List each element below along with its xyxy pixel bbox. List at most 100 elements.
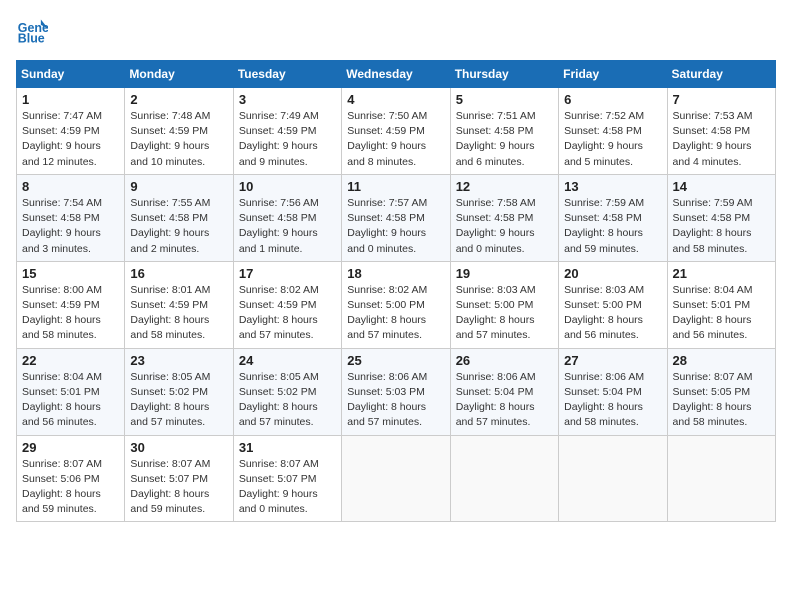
day-number: 24 [239,353,336,368]
col-saturday: Saturday [667,61,775,88]
day-number: 17 [239,266,336,281]
calendar-cell: 3 Sunrise: 7:49 AMSunset: 4:59 PMDaylight… [233,88,341,175]
day-info: Sunrise: 7:48 AMSunset: 4:59 PMDaylight:… [130,109,227,170]
day-info: Sunrise: 8:05 AMSunset: 5:02 PMDaylight:… [239,370,336,431]
calendar-cell: 7Sunrise: 7:53 AMSunset: 4:58 PMDaylight… [667,88,775,175]
calendar-cell: 14 Sunrise: 7:59 AMSunset: 4:58 PMDayligh… [667,174,775,261]
calendar-cell: 17 Sunrise: 8:02 AMSunset: 4:59 PMDayligh… [233,261,341,348]
day-info: Sunrise: 7:59 AMSunset: 4:58 PMDaylight:… [564,196,661,257]
calendar-cell: 18Sunrise: 8:02 AMSunset: 5:00 PMDayligh… [342,261,450,348]
calendar-cell: 5 Sunrise: 7:51 AMSunset: 4:58 PMDaylight… [450,88,558,175]
day-info: Sunrise: 7:53 AMSunset: 4:58 PMDaylight:… [673,109,770,170]
calendar-cell: 16 Sunrise: 8:01 AMSunset: 4:59 PMDayligh… [125,261,233,348]
calendar-cell: 26 Sunrise: 8:06 AMSunset: 5:04 PMDayligh… [450,348,558,435]
logo: General Blue [16,16,52,48]
calendar-cell: 15 Sunrise: 8:00 AMSunset: 4:59 PMDayligh… [17,261,125,348]
calendar-cell: 13 Sunrise: 7:59 AMSunset: 4:58 PMDayligh… [559,174,667,261]
day-info: Sunrise: 7:47 AMSunset: 4:59 PMDaylight:… [22,109,119,170]
col-friday: Friday [559,61,667,88]
calendar-cell: 23 Sunrise: 8:05 AMSunset: 5:02 PMDayligh… [125,348,233,435]
day-info: Sunrise: 7:59 AMSunset: 4:58 PMDaylight:… [673,196,770,257]
day-info: Sunrise: 8:00 AMSunset: 4:59 PMDaylight:… [22,283,119,344]
day-number: 23 [130,353,227,368]
day-number: 28 [673,353,770,368]
day-number: 6 [564,92,661,107]
day-number: 12 [456,179,553,194]
calendar-cell [667,435,775,522]
day-info: Sunrise: 8:05 AMSunset: 5:02 PMDaylight:… [130,370,227,431]
day-number: 22 [22,353,119,368]
col-wednesday: Wednesday [342,61,450,88]
day-number: 13 [564,179,661,194]
day-number: 9 [130,179,227,194]
calendar-cell: 29 Sunrise: 8:07 AMSunset: 5:06 PMDayligh… [17,435,125,522]
day-info: Sunrise: 7:56 AMSunset: 4:58 PMDaylight:… [239,196,336,257]
day-number: 18 [347,266,444,281]
calendar-cell [559,435,667,522]
calendar-cell: 6 Sunrise: 7:52 AMSunset: 4:58 PMDaylight… [559,88,667,175]
calendar-cell: 11Sunrise: 7:57 AMSunset: 4:58 PMDayligh… [342,174,450,261]
calendar-cell: 30Sunrise: 8:07 AMSunset: 5:07 PMDayligh… [125,435,233,522]
day-info: Sunrise: 7:51 AMSunset: 4:58 PMDaylight:… [456,109,553,170]
calendar-cell: 21 Sunrise: 8:04 AMSunset: 5:01 PMDayligh… [667,261,775,348]
col-sunday: Sunday [17,61,125,88]
day-info: Sunrise: 8:04 AMSunset: 5:01 PMDaylight:… [22,370,119,431]
day-info: Sunrise: 8:06 AMSunset: 5:04 PMDaylight:… [456,370,553,431]
calendar-cell: 25 Sunrise: 8:06 AMSunset: 5:03 PMDayligh… [342,348,450,435]
day-number: 4 [347,92,444,107]
svg-text:Blue: Blue [18,32,45,46]
calendar-cell: 19 Sunrise: 8:03 AMSunset: 5:00 PMDayligh… [450,261,558,348]
col-thursday: Thursday [450,61,558,88]
calendar-cell: 24 Sunrise: 8:05 AMSunset: 5:02 PMDayligh… [233,348,341,435]
day-info: Sunrise: 8:07 AMSunset: 5:05 PMDaylight:… [673,370,770,431]
day-info: Sunrise: 7:52 AMSunset: 4:58 PMDaylight:… [564,109,661,170]
calendar-cell: 31 Sunrise: 8:07 AMSunset: 5:07 PMDayligh… [233,435,341,522]
calendar-cell: 22 Sunrise: 8:04 AMSunset: 5:01 PMDayligh… [17,348,125,435]
day-info: Sunrise: 7:50 AMSunset: 4:59 PMDaylight:… [347,109,444,170]
col-tuesday: Tuesday [233,61,341,88]
calendar-cell: 1 Sunrise: 7:47 AMSunset: 4:59 PMDaylight… [17,88,125,175]
day-info: Sunrise: 8:06 AMSunset: 5:04 PMDaylight:… [564,370,661,431]
day-number: 19 [456,266,553,281]
day-info: Sunrise: 8:03 AMSunset: 5:00 PMDaylight:… [564,283,661,344]
day-number: 15 [22,266,119,281]
day-number: 8 [22,179,119,194]
day-info: Sunrise: 8:07 AMSunset: 5:06 PMDaylight:… [22,457,119,518]
day-info: Sunrise: 7:58 AMSunset: 4:58 PMDaylight:… [456,196,553,257]
calendar-cell: 8 Sunrise: 7:54 AMSunset: 4:58 PMDaylight… [17,174,125,261]
day-info: Sunrise: 8:07 AMSunset: 5:07 PMDaylight:… [239,457,336,518]
day-number: 14 [673,179,770,194]
day-number: 31 [239,440,336,455]
day-number: 29 [22,440,119,455]
calendar-table: Sunday Monday Tuesday Wednesday Thursday… [16,60,776,522]
col-monday: Monday [125,61,233,88]
day-number: 3 [239,92,336,107]
day-info: Sunrise: 8:01 AMSunset: 4:59 PMDaylight:… [130,283,227,344]
day-info: Sunrise: 8:06 AMSunset: 5:03 PMDaylight:… [347,370,444,431]
calendar-cell: 4 Sunrise: 7:50 AMSunset: 4:59 PMDaylight… [342,88,450,175]
day-number: 25 [347,353,444,368]
day-number: 1 [22,92,119,107]
day-info: Sunrise: 8:04 AMSunset: 5:01 PMDaylight:… [673,283,770,344]
day-info: Sunrise: 8:02 AMSunset: 4:59 PMDaylight:… [239,283,336,344]
day-number: 10 [239,179,336,194]
calendar-cell: 2Sunrise: 7:48 AMSunset: 4:59 PMDaylight… [125,88,233,175]
day-info: Sunrise: 7:54 AMSunset: 4:58 PMDaylight:… [22,196,119,257]
calendar-cell: 10 Sunrise: 7:56 AMSunset: 4:58 PMDayligh… [233,174,341,261]
day-number: 30 [130,440,227,455]
logo-icon: General Blue [16,16,48,48]
calendar-cell [450,435,558,522]
day-info: Sunrise: 8:03 AMSunset: 5:00 PMDaylight:… [456,283,553,344]
day-number: 21 [673,266,770,281]
calendar-cell [342,435,450,522]
calendar-cell: 12 Sunrise: 7:58 AMSunset: 4:58 PMDayligh… [450,174,558,261]
day-number: 26 [456,353,553,368]
day-info: Sunrise: 7:49 AMSunset: 4:59 PMDaylight:… [239,109,336,170]
day-info: Sunrise: 7:55 AMSunset: 4:58 PMDaylight:… [130,196,227,257]
calendar-cell: 9 Sunrise: 7:55 AMSunset: 4:58 PMDaylight… [125,174,233,261]
day-number: 16 [130,266,227,281]
day-number: 20 [564,266,661,281]
calendar-cell: 20 Sunrise: 8:03 AMSunset: 5:00 PMDayligh… [559,261,667,348]
calendar-cell: 27Sunrise: 8:06 AMSunset: 5:04 PMDayligh… [559,348,667,435]
day-number: 5 [456,92,553,107]
